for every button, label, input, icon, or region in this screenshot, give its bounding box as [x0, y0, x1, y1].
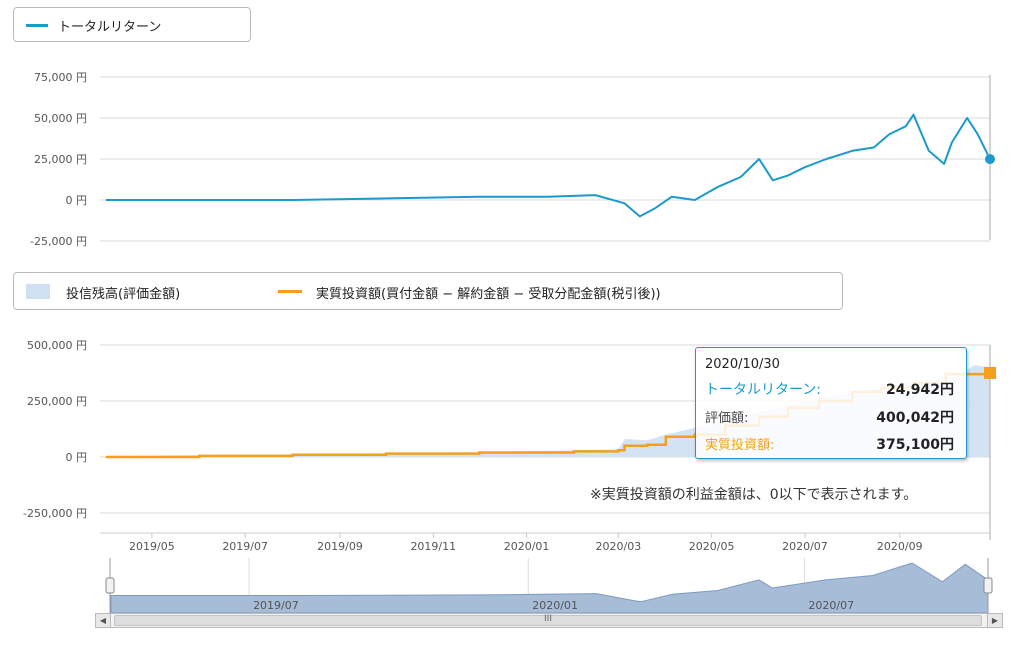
navigator-tick-label: 2020/07 — [808, 599, 854, 612]
tooltip-invested-value: 375,100円 — [876, 437, 954, 453]
x-tick-label: 2020/05 — [689, 540, 735, 553]
tooltip-total-return-label: トータルリターン: — [705, 382, 822, 398]
x-tick-label: 2020/01 — [504, 540, 550, 553]
navigator-tick-label: 2020/01 — [532, 599, 578, 612]
tooltip: 2020/10/30 トータルリターン: 24,942円 評価額: 400,04… — [695, 347, 967, 459]
scroll-thumb[interactable]: III — [114, 614, 982, 626]
navigator-left-handle[interactable] — [105, 558, 115, 613]
scroll-right-button[interactable]: ▶ — [987, 614, 1002, 627]
y-tick-label-top: 0 円 — [66, 194, 88, 207]
total-return-marker — [985, 154, 995, 165]
tooltip-invested-label: 実質投資額: — [705, 438, 775, 453]
navigator-tick-label: 2019/07 — [253, 599, 299, 612]
x-tick-label: 2020/03 — [596, 540, 642, 553]
y-tick-label-top: 25,000 円 — [34, 153, 87, 166]
x-tick-label: 2020/09 — [877, 540, 923, 553]
y-tick-label-bottom: 500,000 円 — [27, 339, 87, 352]
navigator-area — [110, 562, 989, 614]
tooltip-date: 2020/10/30 — [705, 357, 780, 372]
y-tick-label-bottom: -250,000 円 — [23, 507, 87, 520]
legend-top: トータルリターン — [13, 7, 251, 42]
y-tick-label-top: -25,000 円 — [30, 235, 87, 248]
scroll-left-button[interactable]: ◀ — [96, 614, 111, 627]
legend-total-return-label[interactable]: トータルリターン — [58, 16, 161, 35]
x-tick-label: 2019/11 — [410, 540, 456, 553]
navigator-bg — [95, 558, 1003, 613]
tooltip-valuation-value: 400,042円 — [876, 410, 954, 426]
navigator-scrollbar[interactable]: ◀ III ▶ — [95, 613, 1003, 628]
tooltip-valuation-label: 評価額: — [705, 411, 749, 426]
legend-total-return-swatch — [26, 24, 48, 27]
navigator-handle-grip — [983, 577, 993, 594]
total-return-line — [106, 113, 991, 218]
x-tick-label: 2019/09 — [317, 540, 363, 553]
tooltip-total-return-value: 24,942円 — [885, 382, 954, 398]
navigator-handle-grip — [105, 577, 115, 594]
y-tick-label-top: 75,000 円 — [34, 71, 87, 84]
x-tick-label: 2020/07 — [782, 540, 828, 553]
y-tick-label-bottom: 0 円 — [66, 451, 88, 464]
invested-marker — [984, 366, 996, 379]
legend-balance-swatch — [26, 284, 50, 299]
x-tick-label: 2019/07 — [222, 540, 268, 553]
legend-invested-label[interactable]: 実質投資額(買付金額 − 解約金額 − 受取分配金額(税引後)) — [316, 283, 661, 302]
legend-bottom: 投信残高(評価金額) 実質投資額(買付金額 − 解約金額 − 受取分配金額(税引… — [13, 272, 843, 310]
note-text: ※実質投資額の利益金額は、0以下で表示されます。 — [590, 487, 918, 503]
y-tick-label-top: 50,000 円 — [34, 112, 87, 125]
navigator-right-handle[interactable] — [983, 558, 993, 613]
y-tick-label-bottom: 250,000 円 — [27, 395, 87, 408]
scroll-thumb-grip: III — [544, 614, 552, 624]
total-return-chart: 75,000 円 50,000 円 25,000 円 0 円 -25,000 円 500,… — [23, 71, 1003, 614]
legend-balance-label[interactable]: 投信残高(評価金額) — [66, 283, 180, 302]
x-tick-label: 2019/05 — [129, 540, 175, 553]
legend-invested-swatch — [278, 290, 302, 293]
